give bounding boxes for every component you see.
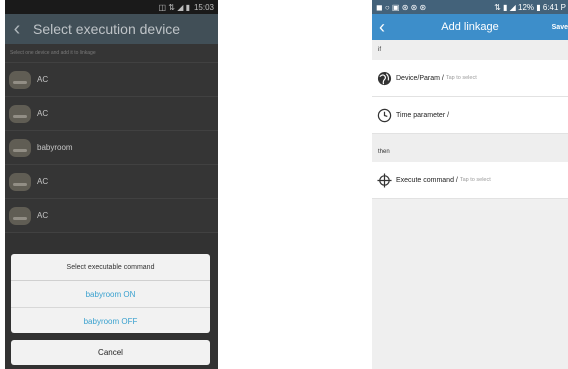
device-param-label: Device/Param /: [396, 74, 444, 82]
time-param-label: Time parameter /: [396, 111, 450, 119]
option-babyroom-off[interactable]: babyroom OFF: [11, 308, 210, 334]
empty-content-area: [372, 210, 568, 369]
command-action-sheet: Select executable command babyroom ON ba…: [11, 254, 210, 333]
clock-icon: [376, 107, 392, 123]
notification-icons: ◼ ○ ▣ ⊛ ⊛ ⊛: [376, 2, 427, 12]
execute-command-row[interactable]: Execute command / Tap to select: [372, 162, 568, 199]
device-param-hint: Tap to select: [445, 75, 477, 81]
sheet-title: Select executable command: [11, 254, 210, 281]
status-bar: ◼ ○ ▣ ⊛ ⊛ ⊛ ⇅ ▮ ◢ 12% ▮ 6:41 P: [372, 0, 568, 14]
header-bar: ‹ Add linkage Save: [372, 14, 568, 40]
then-section-label: then: [372, 142, 568, 162]
right-phone-screen: ◼ ○ ▣ ⊛ ⊛ ⊛ ⇅ ▮ ◢ 12% ▮ 6:41 P ‹ Add lin…: [372, 0, 568, 369]
crosshair-icon: [376, 172, 392, 188]
if-section-label: if: [372, 40, 568, 60]
cancel-button[interactable]: Cancel: [11, 340, 210, 365]
status-icons-time: ⇅ ▮ ◢ 12% ▮ 6:41 P: [494, 2, 566, 12]
execute-command-hint: Tap to select: [459, 177, 491, 183]
execute-command-label: Execute command /: [396, 176, 458, 184]
left-phone-screen: ◫ ⇅ ◢ ▮ 15:03 ‹ Select execution device …: [5, 0, 218, 369]
globe-icon: [376, 70, 392, 86]
time-param-row[interactable]: Time parameter /: [372, 97, 568, 134]
option-babyroom-on[interactable]: babyroom ON: [11, 281, 210, 308]
page-title: Add linkage: [441, 21, 499, 33]
save-button[interactable]: Save: [552, 24, 568, 31]
device-param-row[interactable]: Device/Param / Tap to select: [372, 60, 568, 97]
